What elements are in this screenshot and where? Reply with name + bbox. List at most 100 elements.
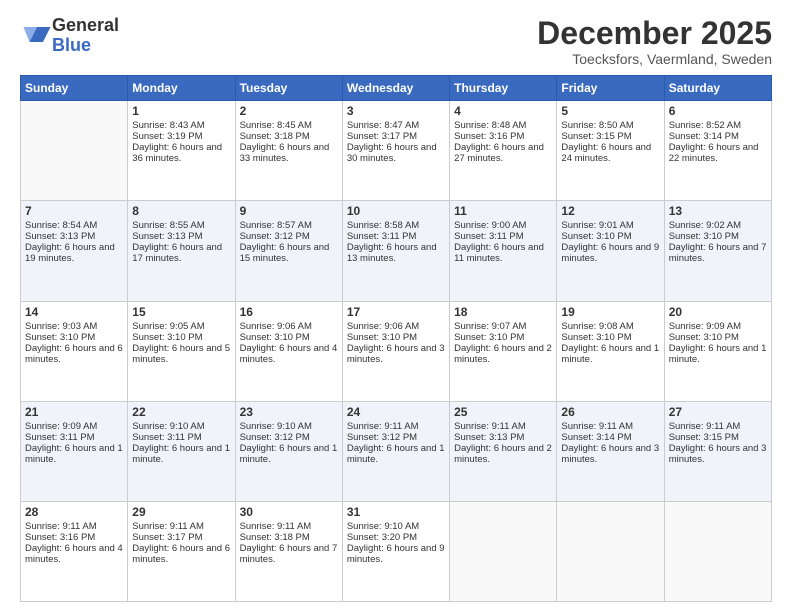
sunrise-text: Sunrise: 9:10 AM xyxy=(240,421,338,432)
day-number: 20 xyxy=(669,305,767,319)
sunset-text: Sunset: 3:10 PM xyxy=(561,231,659,242)
sunrise-text: Sunrise: 9:00 AM xyxy=(454,220,552,231)
daylight-text: Daylight: 6 hours and 1 minute. xyxy=(240,443,338,465)
sunset-text: Sunset: 3:16 PM xyxy=(25,532,123,543)
daylight-text: Daylight: 6 hours and 19 minutes. xyxy=(25,242,123,264)
daylight-text: Daylight: 6 hours and 2 minutes. xyxy=(454,343,552,365)
day-number: 26 xyxy=(561,405,659,419)
daylight-text: Daylight: 6 hours and 13 minutes. xyxy=(347,242,445,264)
calendar-cell: 14Sunrise: 9:03 AMSunset: 3:10 PMDayligh… xyxy=(21,301,128,401)
logo-text: General Blue xyxy=(52,16,119,56)
calendar-cell xyxy=(450,501,557,601)
logo-blue: Blue xyxy=(52,36,119,56)
sunset-text: Sunset: 3:14 PM xyxy=(561,432,659,443)
calendar-cell: 11 Sunrise: 9:00 AMSunset: 3:11 PMDayligh… xyxy=(450,201,557,301)
header: General Blue December 2025 Toecksfors, V… xyxy=(20,16,772,67)
sunrise-text: Sunrise: 9:10 AM xyxy=(347,521,445,532)
sunset-text: Sunset: 3:12 PM xyxy=(240,432,338,443)
sunset-text: Sunset: 3:13 PM xyxy=(454,432,552,443)
day-header-sunday: Sunday xyxy=(21,76,128,101)
day-number: 9 xyxy=(240,204,338,218)
calendar-cell: 20Sunrise: 9:09 AMSunset: 3:10 PMDayligh… xyxy=(664,301,771,401)
daylight-text: Daylight: 6 hours and 27 minutes. xyxy=(454,142,552,164)
sunrise-text: Sunrise: 9:05 AM xyxy=(132,321,230,332)
daylight-text: Daylight: 6 hours and 4 minutes. xyxy=(240,343,338,365)
week-row-4: 28Sunrise: 9:11 AMSunset: 3:16 PMDayligh… xyxy=(21,501,772,601)
sunset-text: Sunset: 3:10 PM xyxy=(454,332,552,343)
sunrise-text: Sunrise: 9:11 AM xyxy=(347,421,445,432)
day-number: 19 xyxy=(561,305,659,319)
calendar-cell: 27Sunrise: 9:11 AMSunset: 3:15 PMDayligh… xyxy=(664,401,771,501)
sunset-text: Sunset: 3:18 PM xyxy=(240,131,338,142)
sunset-text: Sunset: 3:10 PM xyxy=(240,332,338,343)
daylight-text: Daylight: 6 hours and 4 minutes. xyxy=(25,543,123,565)
day-number: 29 xyxy=(132,505,230,519)
daylight-text: Daylight: 6 hours and 33 minutes. xyxy=(240,142,338,164)
sunrise-text: Sunrise: 9:06 AM xyxy=(240,321,338,332)
sunrise-text: Sunrise: 9:11 AM xyxy=(132,521,230,532)
sunset-text: Sunset: 3:10 PM xyxy=(132,332,230,343)
sunrise-text: Sunrise: 8:58 AM xyxy=(347,220,445,231)
sunrise-text: Sunrise: 9:11 AM xyxy=(240,521,338,532)
sunrise-text: Sunrise: 9:11 AM xyxy=(561,421,659,432)
calendar-cell: 19Sunrise: 9:08 AMSunset: 3:10 PMDayligh… xyxy=(557,301,664,401)
calendar-cell: 28Sunrise: 9:11 AMSunset: 3:16 PMDayligh… xyxy=(21,501,128,601)
sunrise-text: Sunrise: 8:57 AM xyxy=(240,220,338,231)
sunset-text: Sunset: 3:10 PM xyxy=(25,332,123,343)
sunset-text: Sunset: 3:11 PM xyxy=(347,231,445,242)
sunrise-text: Sunrise: 8:55 AM xyxy=(132,220,230,231)
sunset-text: Sunset: 3:14 PM xyxy=(669,131,767,142)
sunrise-text: Sunrise: 8:47 AM xyxy=(347,120,445,131)
calendar-cell xyxy=(21,101,128,201)
calendar-cell: 18Sunrise: 9:07 AMSunset: 3:10 PMDayligh… xyxy=(450,301,557,401)
calendar-cell: 25Sunrise: 9:11 AMSunset: 3:13 PMDayligh… xyxy=(450,401,557,501)
calendar-cell: 9Sunrise: 8:57 AMSunset: 3:12 PMDaylight… xyxy=(235,201,342,301)
calendar-cell: 21Sunrise: 9:09 AMSunset: 3:11 PMDayligh… xyxy=(21,401,128,501)
daylight-text: Daylight: 6 hours and 15 minutes. xyxy=(240,242,338,264)
calendar-table: SundayMondayTuesdayWednesdayThursdayFrid… xyxy=(20,75,772,602)
week-row-2: 14Sunrise: 9:03 AMSunset: 3:10 PMDayligh… xyxy=(21,301,772,401)
daylight-text: Daylight: 6 hours and 2 minutes. xyxy=(454,443,552,465)
sunset-text: Sunset: 3:11 PM xyxy=(454,231,552,242)
sunset-text: Sunset: 3:13 PM xyxy=(132,231,230,242)
calendar-cell: 10Sunrise: 8:58 AMSunset: 3:11 PMDayligh… xyxy=(342,201,449,301)
calendar-cell xyxy=(557,501,664,601)
day-number: 11 xyxy=(454,204,552,218)
calendar-cell: 29Sunrise: 9:11 AMSunset: 3:17 PMDayligh… xyxy=(128,501,235,601)
page: General Blue December 2025 Toecksfors, V… xyxy=(0,0,792,612)
sunset-text: Sunset: 3:11 PM xyxy=(132,432,230,443)
sunset-text: Sunset: 3:10 PM xyxy=(669,231,767,242)
calendar-cell: 23 Sunrise: 9:10 AMSunset: 3:12 PMDayligh… xyxy=(235,401,342,501)
day-number: 17 xyxy=(347,305,445,319)
day-number: 3 xyxy=(347,104,445,118)
sunset-text: Sunset: 3:20 PM xyxy=(347,532,445,543)
sunrise-text: Sunrise: 8:43 AM xyxy=(132,120,230,131)
daylight-text: Daylight: 6 hours and 1 minute. xyxy=(669,343,767,365)
daylight-text: Daylight: 6 hours and 11 minutes. xyxy=(454,242,552,264)
sunrise-text: Sunrise: 8:50 AM xyxy=(561,120,659,131)
sunset-text: Sunset: 3:11 PM xyxy=(25,432,123,443)
sunset-text: Sunset: 3:16 PM xyxy=(454,131,552,142)
calendar-cell: 3Sunrise: 8:47 AMSunset: 3:17 PMDaylight… xyxy=(342,101,449,201)
day-number: 25 xyxy=(454,405,552,419)
day-number: 4 xyxy=(454,104,552,118)
sunrise-text: Sunrise: 9:02 AM xyxy=(669,220,767,231)
sunset-text: Sunset: 3:13 PM xyxy=(25,231,123,242)
sunrise-text: Sunrise: 9:11 AM xyxy=(669,421,767,432)
day-number: 5 xyxy=(561,104,659,118)
day-number: 2 xyxy=(240,104,338,118)
daylight-text: Daylight: 6 hours and 9 minutes. xyxy=(347,543,445,565)
day-number: 23 xyxy=(240,405,338,419)
day-number: 15 xyxy=(132,305,230,319)
calendar-cell: 22Sunrise: 9:10 AMSunset: 3:11 PMDayligh… xyxy=(128,401,235,501)
sunrise-text: Sunrise: 9:08 AM xyxy=(561,321,659,332)
sunrise-text: Sunrise: 9:01 AM xyxy=(561,220,659,231)
calendar-cell: 12Sunrise: 9:01 AMSunset: 3:10 PMDayligh… xyxy=(557,201,664,301)
day-header-monday: Monday xyxy=(128,76,235,101)
week-row-3: 21Sunrise: 9:09 AMSunset: 3:11 PMDayligh… xyxy=(21,401,772,501)
day-number: 27 xyxy=(669,405,767,419)
sunrise-text: Sunrise: 8:54 AM xyxy=(25,220,123,231)
calendar-cell: 7Sunrise: 8:54 AMSunset: 3:13 PMDaylight… xyxy=(21,201,128,301)
calendar-cell xyxy=(664,501,771,601)
sunrise-text: Sunrise: 8:48 AM xyxy=(454,120,552,131)
